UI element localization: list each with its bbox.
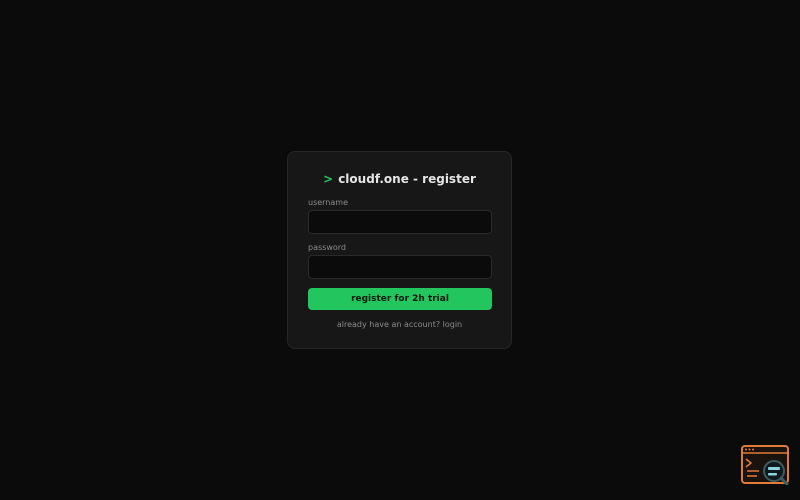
title-text: cloudf.one - register: [338, 172, 476, 186]
register-button[interactable]: register for 2h trial: [308, 288, 492, 310]
prompt-glyph: >: [323, 172, 334, 186]
login-link[interactable]: already have an account? login: [288, 320, 511, 329]
terminal-search-icon: [741, 445, 789, 486]
page: > cloudf.one - register username password…: [0, 0, 800, 500]
username-field[interactable]: [308, 210, 492, 234]
terminal-search-widget[interactable]: [741, 445, 789, 486]
password-field[interactable]: [308, 255, 492, 279]
page-title: > cloudf.one - register: [288, 172, 511, 186]
register-card: > cloudf.one - register username password…: [287, 151, 512, 349]
password-label: password: [308, 243, 346, 252]
username-label: username: [308, 198, 348, 207]
